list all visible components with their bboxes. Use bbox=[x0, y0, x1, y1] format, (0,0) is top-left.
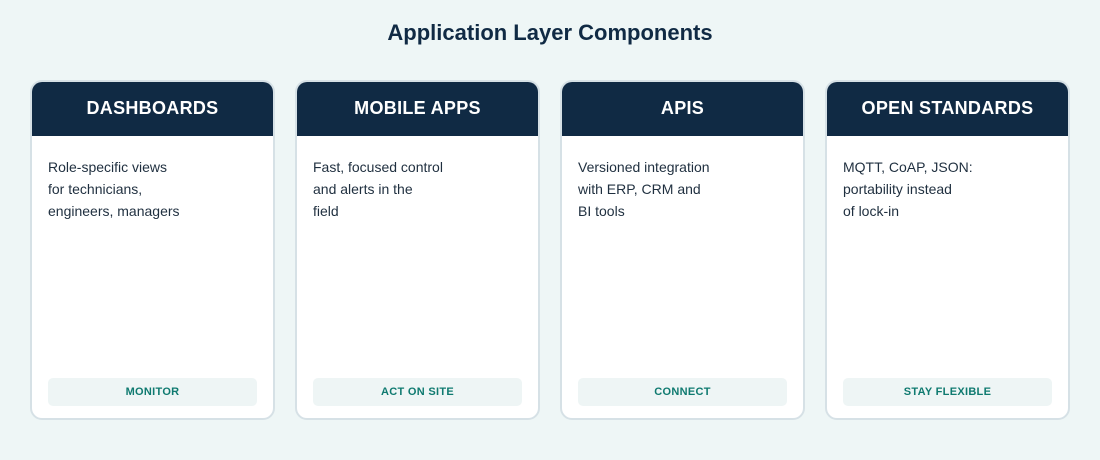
card-heading: MOBILE APPS bbox=[297, 82, 538, 136]
card-body: MQTT, CoAP, JSON: portability instead of… bbox=[827, 136, 1068, 418]
card-tag: STAY FLEXIBLE bbox=[843, 378, 1052, 406]
card-heading: DASHBOARDS bbox=[32, 82, 273, 136]
card-tag: CONNECT bbox=[578, 378, 787, 406]
card-body: Fast, focused control and alerts in the … bbox=[297, 136, 538, 418]
card-open-standards: OPEN STANDARDS MQTT, CoAP, JSON: portabi… bbox=[825, 80, 1070, 420]
card-description: Role-specific views for technicians, eng… bbox=[48, 159, 180, 219]
card-description: MQTT, CoAP, JSON: portability instead of… bbox=[843, 159, 973, 219]
page-title: Application Layer Components bbox=[387, 20, 713, 45]
component-cards: DASHBOARDS Role-specific views for techn… bbox=[30, 80, 1070, 420]
card-dashboards: DASHBOARDS Role-specific views for techn… bbox=[30, 80, 275, 420]
card-tag: MONITOR bbox=[48, 378, 257, 406]
card-heading: OPEN STANDARDS bbox=[827, 82, 1068, 136]
card-description: Fast, focused control and alerts in the … bbox=[313, 159, 443, 219]
card-body: Versioned integration with ERP, CRM and … bbox=[562, 136, 803, 418]
card-heading: APIS bbox=[562, 82, 803, 136]
card-apis: APIS Versioned integration with ERP, CRM… bbox=[560, 80, 805, 420]
card-body: Role-specific views for technicians, eng… bbox=[32, 136, 273, 418]
card-mobile-apps: MOBILE APPS Fast, focused control and al… bbox=[295, 80, 540, 420]
card-tag: ACT ON SITE bbox=[313, 378, 522, 406]
card-description: Versioned integration with ERP, CRM and … bbox=[578, 159, 710, 219]
